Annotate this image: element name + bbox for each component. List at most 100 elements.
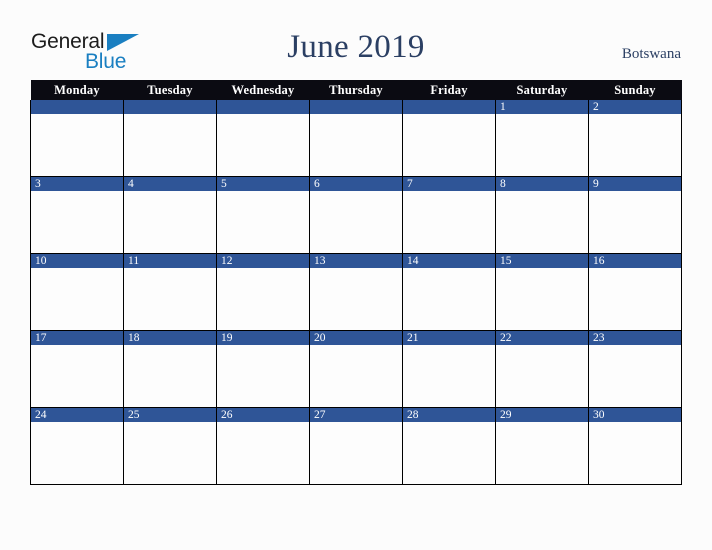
calendar-day-cell[interactable]: 24 <box>30 407 124 485</box>
calendar-day-number: 30 <box>589 408 681 422</box>
calendar-day-notes-area[interactable] <box>589 422 681 484</box>
calendar-day-number: 15 <box>496 254 588 268</box>
calendar-day-cell[interactable]: 19 <box>216 330 310 408</box>
calendar-day-notes-area[interactable] <box>496 114 588 176</box>
weekday-header-wednesday: Wednesday <box>216 80 310 100</box>
calendar-day-notes-area[interactable] <box>124 191 216 253</box>
calendar-day-number: 12 <box>217 254 309 268</box>
calendar-day-number: 23 <box>589 331 681 345</box>
calendar-day-notes-area[interactable] <box>589 191 681 253</box>
calendar-day-number: 24 <box>31 408 123 422</box>
calendar-day-notes-area[interactable] <box>31 345 123 407</box>
calendar-day-cell[interactable]: 7 <box>402 176 496 254</box>
calendar-day-cell[interactable]: 17 <box>30 330 124 408</box>
calendar-day-cell[interactable]: 9 <box>588 176 682 254</box>
calendar-day-notes-area[interactable] <box>217 422 309 484</box>
calendar-grid: Monday Tuesday Wednesday Thursday Friday… <box>30 80 682 485</box>
calendar-day-cell[interactable]: 6 <box>309 176 403 254</box>
calendar-day-notes-area[interactable] <box>124 345 216 407</box>
calendar-day-notes-area[interactable] <box>403 345 495 407</box>
calendar-day-cell[interactable]: 27 <box>309 407 403 485</box>
weekday-header-row: Monday Tuesday Wednesday Thursday Friday… <box>30 80 682 100</box>
calendar-day-notes-area[interactable] <box>217 191 309 253</box>
calendar-day-cell[interactable]: 11 <box>123 253 217 331</box>
calendar-day-notes-area[interactable] <box>496 268 588 330</box>
calendar-day-cell[interactable]: 29 <box>495 407 589 485</box>
calendar-day-notes-area[interactable] <box>496 345 588 407</box>
calendar-day-notes-area[interactable] <box>31 114 123 176</box>
calendar-day-notes-area[interactable] <box>310 191 402 253</box>
calendar-day-notes-area[interactable] <box>496 422 588 484</box>
country-label: Botswana <box>621 46 681 62</box>
calendar-day-number: 2 <box>589 100 681 114</box>
calendar-day-notes-area[interactable] <box>310 114 402 176</box>
calendar-day-number <box>124 100 216 114</box>
calendar-day-cell[interactable]: 22 <box>495 330 589 408</box>
calendar-day-notes-area[interactable] <box>124 422 216 484</box>
page-header: General Blue June 2019 Botswana <box>0 0 712 78</box>
calendar-day-notes-area[interactable] <box>589 114 681 176</box>
calendar-day-notes-area[interactable] <box>496 191 588 253</box>
calendar-day-notes-area[interactable] <box>31 191 123 253</box>
calendar-day-cell[interactable]: 16 <box>588 253 682 331</box>
calendar-empty-cell <box>123 100 217 177</box>
weekday-header-monday: Monday <box>30 80 124 100</box>
calendar-day-cell[interactable]: 14 <box>402 253 496 331</box>
calendar-day-cell[interactable]: 21 <box>402 330 496 408</box>
calendar-day-cell[interactable]: 8 <box>495 176 589 254</box>
calendar-day-notes-area[interactable] <box>124 114 216 176</box>
calendar-day-notes-area[interactable] <box>589 268 681 330</box>
calendar-day-notes-area[interactable] <box>589 345 681 407</box>
calendar-day-number <box>310 100 402 114</box>
calendar-day-cell[interactable]: 1 <box>495 100 589 177</box>
calendar-day-number: 9 <box>589 177 681 191</box>
calendar-week-row: 24 25 26 27 28 29 30 <box>30 407 682 485</box>
calendar-day-cell[interactable]: 28 <box>402 407 496 485</box>
calendar-empty-cell <box>30 100 124 177</box>
calendar-body: 1 2 3 4 5 6 7 8 9 10 11 12 13 14 15 16 17 18 19 20 21 22 23 24 2… <box>30 100 682 485</box>
calendar-day-number: 20 <box>310 331 402 345</box>
calendar-day-number: 8 <box>496 177 588 191</box>
calendar-day-notes-area[interactable] <box>31 422 123 484</box>
weekday-header-sunday: Sunday <box>588 80 682 100</box>
weekday-header-thursday: Thursday <box>309 80 403 100</box>
weekday-header-saturday: Saturday <box>495 80 589 100</box>
calendar-day-cell[interactable]: 18 <box>123 330 217 408</box>
calendar-empty-cell <box>216 100 310 177</box>
calendar-day-notes-area[interactable] <box>310 422 402 484</box>
calendar-day-notes-area[interactable] <box>217 268 309 330</box>
calendar-day-cell[interactable]: 26 <box>216 407 310 485</box>
calendar-day-cell[interactable]: 2 <box>588 100 682 177</box>
calendar-day-number: 17 <box>31 331 123 345</box>
calendar-day-notes-area[interactable] <box>403 268 495 330</box>
calendar-day-notes-area[interactable] <box>403 191 495 253</box>
calendar-day-number: 14 <box>403 254 495 268</box>
calendar-day-cell[interactable]: 30 <box>588 407 682 485</box>
calendar-day-cell[interactable]: 12 <box>216 253 310 331</box>
calendar-day-cell[interactable]: 10 <box>30 253 124 331</box>
calendar-day-notes-area[interactable] <box>310 345 402 407</box>
calendar-day-cell[interactable]: 20 <box>309 330 403 408</box>
calendar-day-cell[interactable]: 13 <box>309 253 403 331</box>
calendar-day-number: 19 <box>217 331 309 345</box>
calendar-day-cell[interactable]: 15 <box>495 253 589 331</box>
calendar-day-notes-area[interactable] <box>310 268 402 330</box>
calendar-day-cell[interactable]: 4 <box>123 176 217 254</box>
calendar-day-cell[interactable]: 23 <box>588 330 682 408</box>
calendar-empty-cell <box>309 100 403 177</box>
calendar-day-number <box>217 100 309 114</box>
calendar-day-number: 25 <box>124 408 216 422</box>
calendar-day-number: 21 <box>403 331 495 345</box>
calendar-day-notes-area[interactable] <box>217 345 309 407</box>
calendar-day-notes-area[interactable] <box>403 422 495 484</box>
calendar-day-notes-area[interactable] <box>124 268 216 330</box>
calendar-day-notes-area[interactable] <box>403 114 495 176</box>
calendar-day-notes-area[interactable] <box>31 268 123 330</box>
calendar-empty-cell <box>402 100 496 177</box>
calendar-day-number: 6 <box>310 177 402 191</box>
calendar-day-notes-area[interactable] <box>217 114 309 176</box>
calendar-day-cell[interactable]: 5 <box>216 176 310 254</box>
page-title: June 2019 <box>287 29 425 65</box>
calendar-day-cell[interactable]: 25 <box>123 407 217 485</box>
calendar-day-cell[interactable]: 3 <box>30 176 124 254</box>
